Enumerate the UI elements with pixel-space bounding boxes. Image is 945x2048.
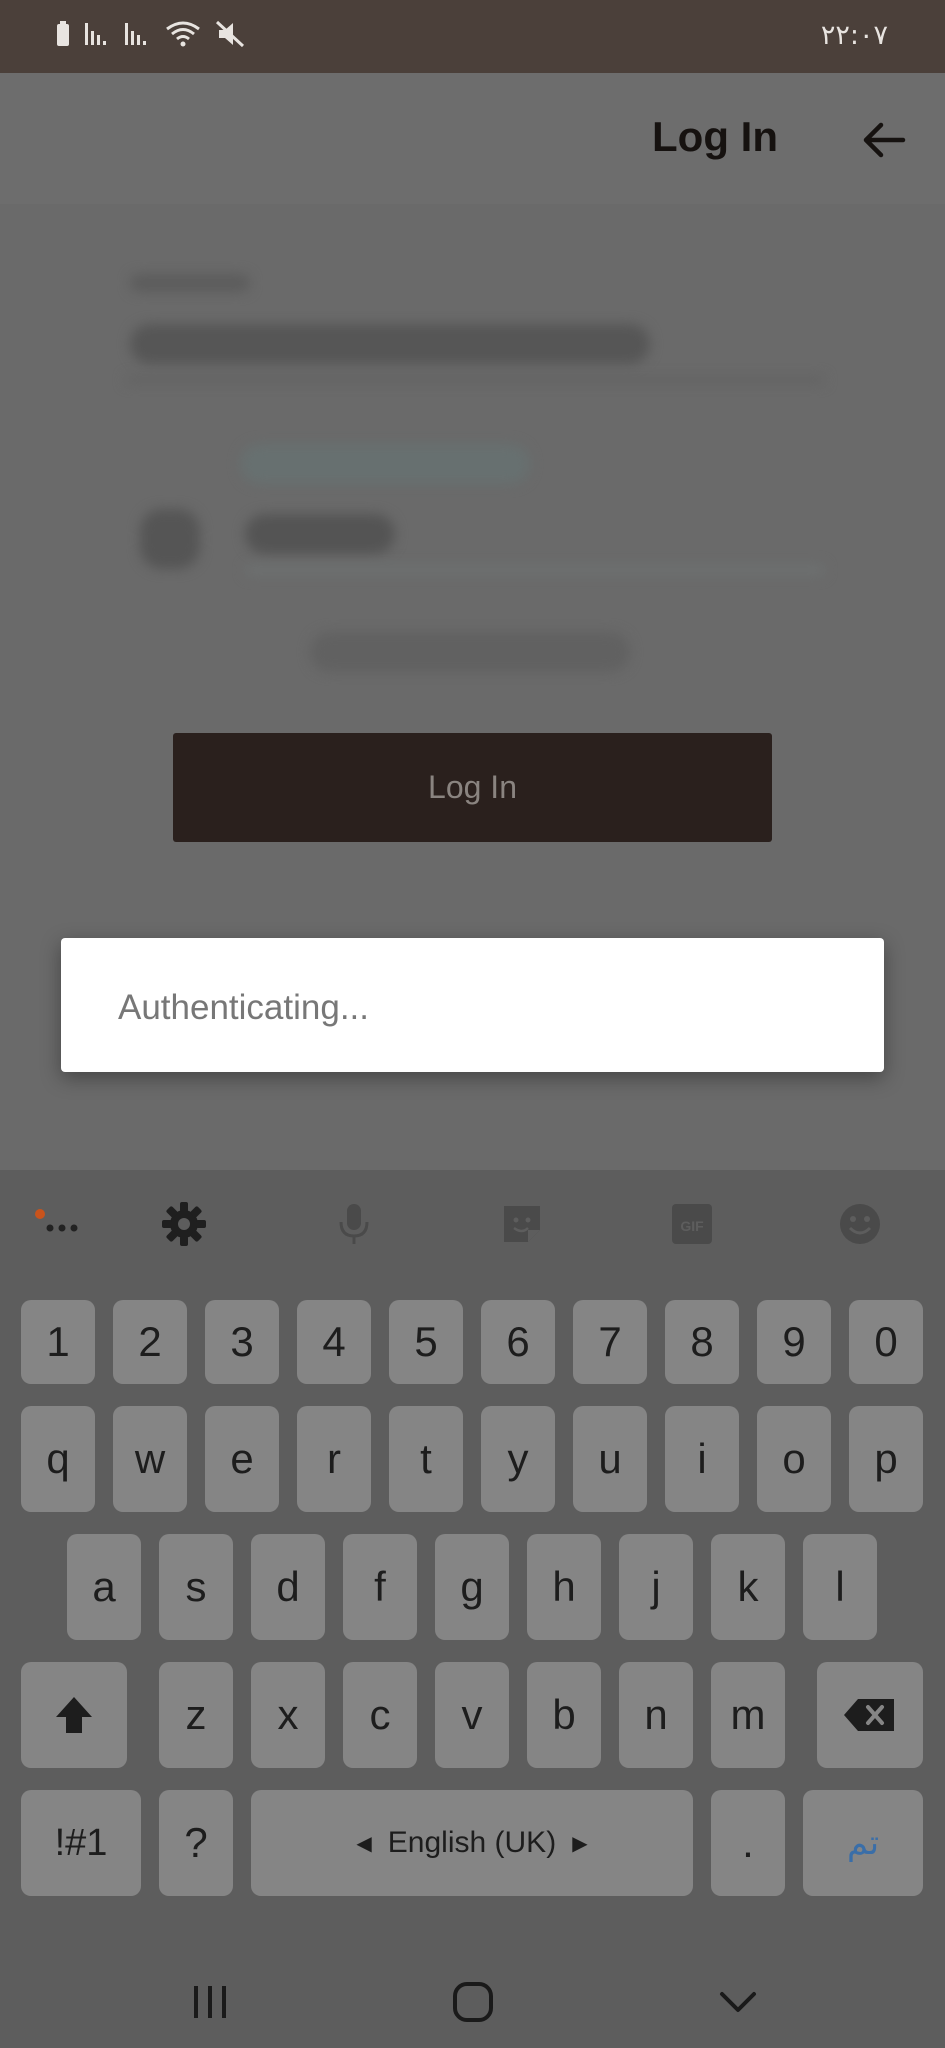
shift-arrow-icon [56, 1697, 92, 1733]
battery-icon [55, 20, 71, 52]
key-e[interactable]: e [205, 1406, 279, 1512]
gif-icon[interactable]: GIF [666, 1198, 718, 1250]
arrow-right-icon: ▶ [572, 1832, 588, 1855]
key-s[interactable]: s [159, 1534, 233, 1640]
key-5[interactable]: 5 [389, 1300, 463, 1384]
key-u[interactable]: u [573, 1406, 647, 1512]
key-l[interactable]: l [803, 1534, 877, 1640]
dialog-message: Authenticating... [118, 988, 369, 1027]
key-q[interactable]: q [21, 1406, 95, 1512]
key-6[interactable]: 6 [481, 1300, 555, 1384]
backspace-icon [844, 1699, 894, 1731]
key-c[interactable]: c [343, 1662, 417, 1768]
email-underline [125, 376, 825, 384]
key-j[interactable]: j [619, 1534, 693, 1640]
home-icon[interactable] [443, 1972, 503, 2032]
status-bar: ۲۲:۰۷ [0, 0, 945, 73]
more-icon[interactable] [32, 1198, 84, 1250]
key-k[interactable]: k [711, 1534, 785, 1640]
backspace-key[interactable] [817, 1662, 923, 1768]
signal-icon [85, 21, 111, 52]
key-question[interactable]: ? [159, 1790, 233, 1896]
key-a[interactable]: a [67, 1534, 141, 1640]
key-8[interactable]: 8 [665, 1300, 739, 1384]
symbols-key[interactable]: !#1 [21, 1790, 141, 1896]
key-g[interactable]: g [435, 1534, 509, 1640]
navigation-bar [0, 1950, 945, 2048]
wifi-icon [165, 20, 201, 53]
key-v[interactable]: v [435, 1662, 509, 1768]
status-time: ۲۲:۰۷ [820, 20, 888, 51]
key-h[interactable]: h [527, 1534, 601, 1640]
signal-icon [125, 21, 151, 52]
recent-apps-icon[interactable] [180, 1972, 240, 2032]
key-r[interactable]: r [297, 1406, 371, 1512]
shift-key[interactable] [21, 1662, 127, 1768]
sticker-icon[interactable] [496, 1198, 548, 1250]
arrow-left-icon: ◀ [356, 1832, 372, 1855]
lock-icon [140, 509, 200, 569]
key-0[interactable]: 0 [849, 1300, 923, 1384]
login-button[interactable]: Log In [173, 733, 772, 842]
key-p[interactable]: p [849, 1406, 923, 1512]
progress-dialog: Authenticating... [61, 938, 884, 1072]
email-field[interactable] [130, 324, 650, 364]
key-f[interactable]: f [343, 1534, 417, 1640]
key-b[interactable]: b [527, 1662, 601, 1768]
email-label-blur [130, 274, 250, 292]
key-z[interactable]: z [159, 1662, 233, 1768]
gear-icon[interactable] [158, 1198, 210, 1250]
key-d[interactable]: d [251, 1534, 325, 1640]
keyboard: GIF 1 2 3 4 5 6 7 8 9 0 q w e r t y u i … [0, 1170, 945, 1950]
password-field[interactable] [245, 514, 395, 554]
key-i[interactable]: i [665, 1406, 739, 1512]
emoji-icon[interactable] [834, 1198, 886, 1250]
key-x[interactable]: x [251, 1662, 325, 1768]
app-header: Log In [0, 73, 945, 204]
mute-icon [215, 20, 245, 53]
forgot-password-link[interactable] [310, 632, 630, 672]
key-m[interactable]: m [711, 1662, 785, 1768]
space-key[interactable]: ◀ English (UK) ▶ [251, 1790, 693, 1896]
key-w[interactable]: w [113, 1406, 187, 1512]
back-chevron-icon[interactable] [708, 1972, 768, 2032]
svg-text:GIF: GIF [680, 1218, 704, 1234]
arrow-back-icon[interactable] [859, 115, 909, 165]
key-9[interactable]: 9 [757, 1300, 831, 1384]
page-title: Log In [652, 113, 778, 160]
password-underline [245, 564, 825, 576]
key-t[interactable]: t [389, 1406, 463, 1512]
microphone-icon[interactable] [328, 1198, 380, 1250]
key-7[interactable]: 7 [573, 1300, 647, 1384]
key-1[interactable]: 1 [21, 1300, 95, 1384]
key-2[interactable]: 2 [113, 1300, 187, 1384]
key-3[interactable]: 3 [205, 1300, 279, 1384]
key-n[interactable]: n [619, 1662, 693, 1768]
key-period[interactable]: . [711, 1790, 785, 1896]
key-y[interactable]: y [481, 1406, 555, 1512]
enter-key[interactable]: تم [803, 1790, 923, 1896]
keyboard-toolbar: GIF [0, 1170, 945, 1280]
key-4[interactable]: 4 [297, 1300, 371, 1384]
space-label: English (UK) [387, 1826, 557, 1859]
status-icons [55, 18, 245, 54]
key-o[interactable]: o [757, 1406, 831, 1512]
password-label-blur [240, 444, 530, 484]
